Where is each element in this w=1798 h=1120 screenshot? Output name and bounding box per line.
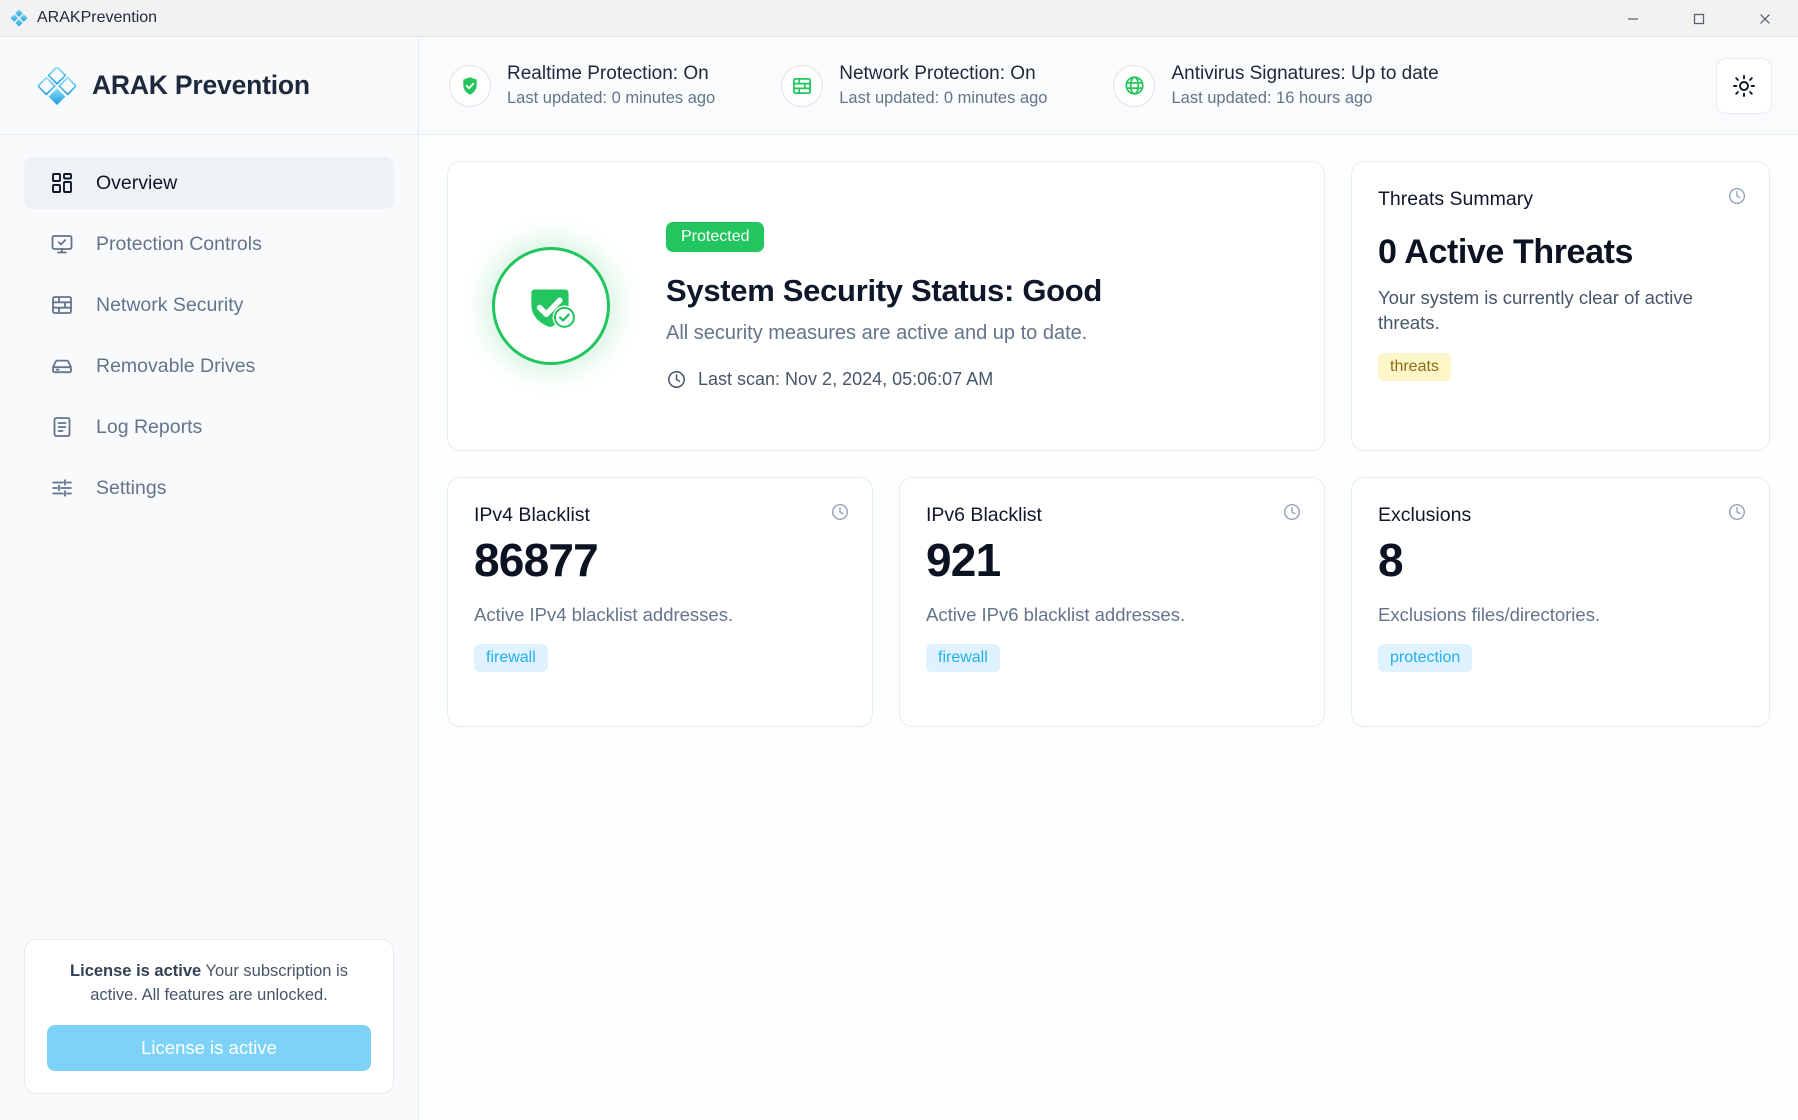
sidebar-item-network-security[interactable]: Network Security [24, 279, 394, 331]
stat-value: 86877 [474, 534, 599, 586]
sidebar-item-label: Settings [96, 476, 167, 499]
sidebar-item-label: Log Reports [96, 415, 203, 438]
hard-drive-icon [52, 359, 72, 374]
dashboard-grid-icon [52, 173, 72, 193]
status-group: Realtime Protection: On Last updated: 0 … [449, 62, 1716, 109]
brick-wall-icon [793, 77, 812, 94]
monitor-check-icon [51, 235, 73, 254]
status-texts: Network Protection: On Last updated: 0 m… [839, 62, 1047, 109]
status-topbar: Realtime Protection: On Last updated: 0 … [419, 37, 1798, 135]
clock-icon [831, 503, 849, 521]
status-title: Network Protection: On [839, 62, 1036, 84]
shield-check-badge-icon [531, 289, 577, 330]
app-logo-icon [10, 9, 28, 27]
status-subtitle: Last updated: 0 minutes ago [839, 88, 1048, 107]
sidebar-item-log-reports[interactable]: Log Reports [24, 401, 394, 453]
status-realtime-protection: Realtime Protection: On Last updated: 0 … [449, 62, 715, 109]
sidebar-item-protection-controls[interactable]: Protection Controls [24, 218, 394, 270]
stat-value: 921 [926, 534, 1001, 586]
window-titlebar: ARAKPrevention [0, 0, 1798, 37]
threats-summary-card: Threats Summary 0 Active Threats Your sy… [1351, 161, 1770, 451]
status-subtitle: Last updated: 0 minutes ago [507, 88, 716, 107]
status-antivirus-signatures: Antivirus Signatures: Up to date Last up… [1113, 62, 1439, 109]
maximize-icon [1693, 13, 1705, 24]
brand-name: ARAK Prevention [92, 70, 310, 100]
last-scan-text: Last scan: Nov 2, 2024, 05:06:07 AM [698, 369, 994, 389]
file-text-icon [53, 417, 71, 437]
license-heading: License is active [70, 962, 202, 981]
sidebar-nav: Overview Protection Controls Network Sec… [0, 135, 418, 523]
theme-toggle-button[interactable] [1716, 57, 1772, 114]
threats-summary-description: Your system is currently clear of active… [1378, 287, 1693, 333]
dashboard-row-bottom: IPv4 Blacklist 86877 Active IPv4 blackli… [447, 477, 1770, 727]
status-icon-wrap [1113, 64, 1156, 107]
shield-check-icon [463, 76, 477, 95]
sidebar-item-label: Network Security [96, 293, 244, 316]
sliders-icon [52, 479, 72, 497]
dashboard-content: Protected System Security Status: Good A… [419, 135, 1798, 1120]
status-icon-wrap [781, 64, 824, 107]
sidebar-item-settings[interactable]: Settings [24, 462, 394, 514]
dashboard-row-top: Protected System Security Status: Good A… [447, 161, 1770, 451]
stat-description: Exclusions files/directories. [1378, 603, 1601, 625]
brand-header: ARAK Prevention [0, 37, 418, 135]
sidebar-item-label: Removable Drives [96, 354, 256, 377]
license-card: License is active Your subscription is a… [24, 939, 394, 1094]
status-subtitle: Last updated: 16 hours ago [1171, 88, 1373, 107]
sidebar-item-label: Overview [96, 171, 178, 194]
status-title: Antivirus Signatures: Up to date [1171, 62, 1439, 84]
status-network-protection: Network Protection: On Last updated: 0 m… [781, 62, 1047, 109]
arak-diamond-logo-icon [38, 66, 76, 105]
ipv6-blacklist-card: IPv6 Blacklist 921 Active IPv6 blacklist… [899, 477, 1325, 727]
clock-icon [1728, 503, 1746, 521]
window-title: ARAKPrevention [37, 9, 158, 26]
window-controls [1600, 0, 1798, 37]
stat-heading: IPv4 Blacklist [474, 504, 590, 526]
security-status-subtitle: All security measures are active and up … [666, 322, 1088, 344]
status-texts: Antivirus Signatures: Up to date Last up… [1171, 62, 1438, 109]
status-texts: Realtime Protection: On Last updated: 0 … [507, 62, 715, 109]
stat-tag: protection [1378, 644, 1473, 673]
minimize-button[interactable] [1600, 0, 1666, 37]
sidebar: ARAK Prevention Overview Protection Cont… [0, 37, 419, 1120]
status-title: Realtime Protection: On [507, 62, 709, 84]
stat-heading: IPv6 Blacklist [926, 504, 1042, 526]
last-scan-row: Last scan: Nov 2, 2024, 05:06:07 AM [666, 369, 1102, 390]
close-button[interactable] [1732, 0, 1798, 37]
sidebar-item-overview[interactable]: Overview [24, 157, 394, 209]
stat-tag: firewall [926, 644, 1000, 673]
sidebar-item-removable-drives[interactable]: Removable Drives [24, 340, 394, 392]
security-status-title: System Security Status: Good [666, 273, 1103, 308]
stat-description: Active IPv4 blacklist addresses. [474, 603, 734, 625]
system-security-status-card: Protected System Security Status: Good A… [447, 161, 1325, 451]
status-badge: Protected [666, 222, 765, 252]
sidebar-item-label: Protection Controls [96, 232, 262, 255]
stat-description: Active IPv6 blacklist addresses. [926, 603, 1186, 625]
close-icon [1760, 13, 1770, 24]
license-message: License is active Your subscription is a… [47, 960, 371, 1008]
status-icon-wrap [449, 64, 491, 107]
threats-summary-value: 0 Active Threats [1378, 233, 1634, 271]
sun-icon [1733, 74, 1755, 97]
security-status-icon-ring [492, 247, 610, 365]
clock-icon [668, 371, 685, 388]
threats-tag: threats [1378, 352, 1451, 381]
license-status-button[interactable]: License is active [47, 1025, 371, 1071]
stat-tag: firewall [474, 644, 548, 673]
stat-heading: Exclusions [1378, 504, 1472, 526]
security-status-body: Protected System Security Status: Good A… [666, 222, 1102, 390]
threats-summary-heading: Threats Summary [1378, 188, 1533, 210]
globe-icon [1125, 76, 1144, 95]
stat-value: 8 [1378, 534, 1404, 586]
app-shell: ARAK Prevention Overview Protection Cont… [0, 37, 1798, 1120]
ipv4-blacklist-card: IPv4 Blacklist 86877 Active IPv4 blackli… [447, 477, 873, 727]
minimize-icon [1628, 17, 1638, 20]
maximize-button[interactable] [1666, 0, 1732, 37]
clock-icon [1728, 187, 1746, 205]
brick-wall-icon [52, 296, 72, 314]
exclusions-card: Exclusions 8 Exclusions files/directorie… [1351, 477, 1770, 727]
main-area: Realtime Protection: On Last updated: 0 … [419, 37, 1798, 1120]
clock-icon [1283, 503, 1301, 521]
